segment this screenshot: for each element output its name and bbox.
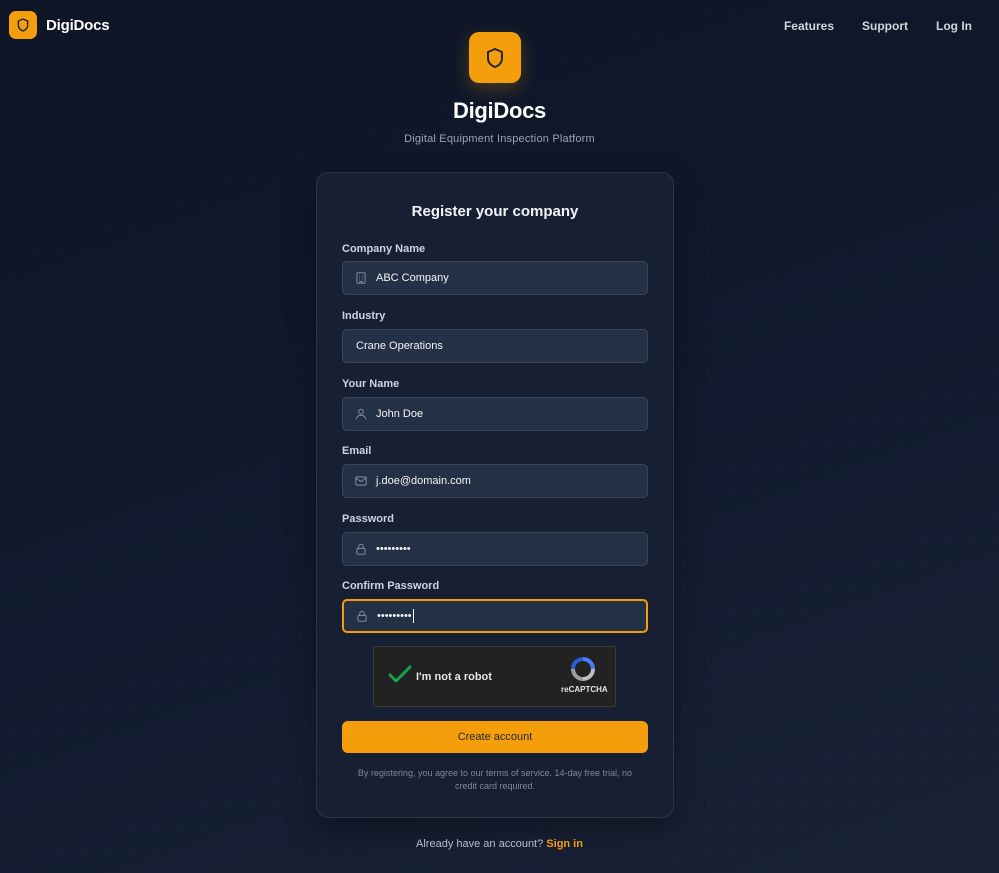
- hero-title: DigiDocs: [453, 98, 546, 123]
- registration-card: Register your company Company Name ABC C…: [316, 172, 674, 818]
- your-name-label: Your Name: [342, 378, 400, 390]
- password-value: •••••••••: [376, 543, 411, 555]
- create-account-button[interactable]: Create account: [342, 721, 648, 753]
- captcha-label: I'm not a robot: [416, 671, 492, 683]
- your-name-input[interactable]: John Doe: [342, 397, 648, 431]
- confirm-password-input[interactable]: •••••••••: [342, 599, 648, 633]
- brand[interactable]: DigiDocs: [9, 11, 110, 39]
- industry-value: Crane Operations: [356, 340, 443, 352]
- recaptcha-widget[interactable]: I'm not a robot reCAPTCHA: [373, 646, 616, 707]
- company-name-input[interactable]: ABC Company: [342, 261, 648, 295]
- text-caret: [412, 609, 414, 623]
- nav-login-link[interactable]: Log In: [936, 19, 972, 33]
- sign-in-link[interactable]: Sign in: [546, 838, 583, 850]
- nav-support-link[interactable]: Support: [862, 19, 908, 33]
- recaptcha-brand: reCAPTCHA: [561, 685, 608, 694]
- building-icon: [343, 271, 376, 285]
- confirm-password-label: Confirm Password: [342, 580, 440, 592]
- checkmark-icon[interactable]: [388, 665, 412, 690]
- lock-icon: [343, 542, 376, 556]
- signin-prompt-text: Already have an account?: [416, 838, 544, 850]
- shield-logo-icon: [9, 11, 37, 39]
- signin-prompt: Already have an account? Sign in: [0, 838, 999, 850]
- confirm-password-value: •••••••••: [377, 609, 414, 623]
- email-label: Email: [342, 445, 372, 457]
- industry-select[interactable]: Crane Operations: [342, 329, 648, 363]
- brand-name: DigiDocs: [46, 16, 110, 34]
- company-name-value: ABC Company: [376, 272, 449, 284]
- nav-features-link[interactable]: Features: [784, 19, 834, 33]
- company-name-label: Company Name: [342, 243, 426, 255]
- password-input[interactable]: •••••••••: [342, 532, 648, 566]
- confirm-password-dots: •••••••••: [377, 609, 412, 622]
- email-input[interactable]: j.doe@domain.com: [342, 464, 648, 498]
- form-title: Register your company: [411, 203, 579, 220]
- hero-shield-icon: [469, 32, 521, 83]
- email-value: j.doe@domain.com: [376, 475, 471, 487]
- your-name-value: John Doe: [376, 408, 424, 420]
- lock-icon: [344, 609, 377, 623]
- industry-label: Industry: [342, 310, 386, 322]
- recaptcha-logo-icon: [570, 656, 596, 687]
- password-label: Password: [342, 513, 394, 525]
- hero-subtitle: Digital Equipment Inspection Platform: [404, 133, 595, 145]
- user-icon: [343, 407, 376, 421]
- nav-links: Features Support Log In: [784, 19, 972, 33]
- terms-notice: By registering, you agree to our terms o…: [357, 768, 633, 791]
- mail-icon: [343, 474, 376, 488]
